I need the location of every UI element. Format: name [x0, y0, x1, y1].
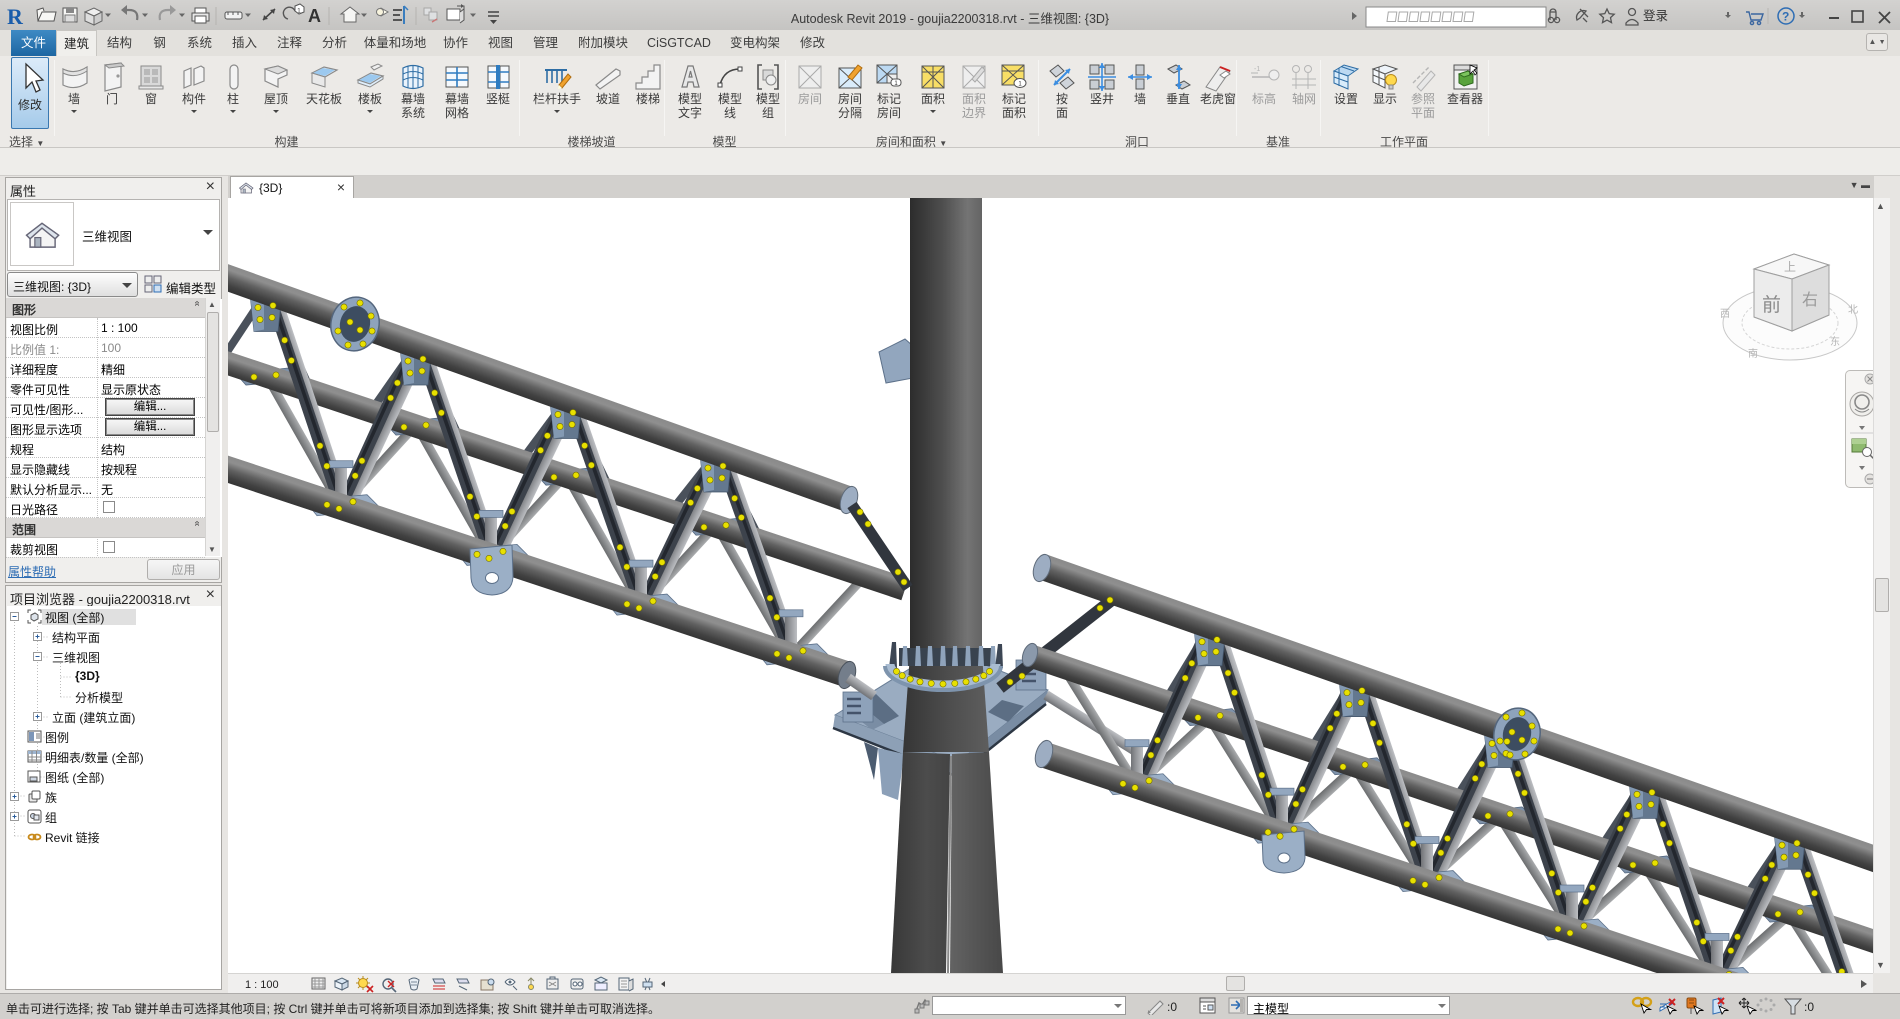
- svg-text:前: 前: [1762, 294, 1781, 316]
- svg-text:-1: -1: [1254, 66, 1260, 73]
- svg-text:?: ?: [1782, 10, 1789, 24]
- svg-text:南: 南: [1748, 347, 1758, 360]
- svg-text::0: :0: [1804, 1000, 1814, 1014]
- svg-text:上: 上: [1784, 260, 1796, 274]
- svg-text:东: 东: [1830, 335, 1840, 348]
- svg-text:右: 右: [1802, 291, 1818, 309]
- svg-text:登录: 登录: [1643, 8, 1668, 23]
- svg-text:北: 北: [1848, 304, 1858, 316]
- svg-text:1 : 100: 1 : 100: [245, 979, 279, 991]
- svg-text:西: 西: [1720, 309, 1730, 320]
